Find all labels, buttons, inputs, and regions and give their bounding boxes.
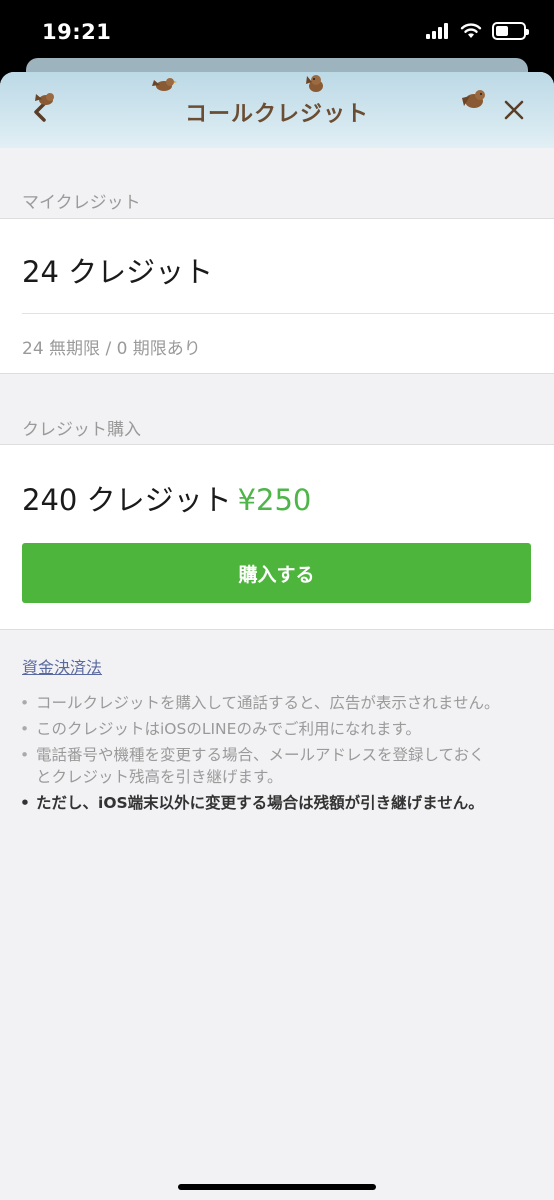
sparrow-decoration-icon [152,78,177,91]
header: コールクレジット [0,72,554,148]
note-item: コールクレジットを購入して通話すると、広告が表示されません。 [20,692,500,714]
purchase-credit-amount: 240 クレジット [22,483,232,517]
note-item: このクレジットはiOSのLINEのみでご利用になれます。 [20,718,500,740]
notes-list: コールクレジットを購入して通話すると、広告が表示されません。 このクレジットはi… [20,692,500,818]
note-item-warning: ただし、iOS端末以外に変更する場合は残額が引き継げません。 [20,792,500,814]
status-icons [426,22,529,40]
home-indicator [178,1184,376,1190]
page-title: コールクレジット [184,102,369,127]
call-credit-sheet: コールクレジット マイクレジット 24 クレジット 24 無期限 / 0 期限あ… [0,72,554,1200]
cellular-signal-icon [426,23,448,39]
purchase-price: ¥250 [237,483,312,517]
credit-balance: 24 クレジット [22,255,214,289]
purchase-section-label: クレジット購入 [22,420,141,440]
close-button[interactable] [494,90,534,130]
divider [22,313,554,314]
battery-level [496,26,508,36]
sparrow-decoration-icon [306,75,323,92]
wifi-icon [460,23,482,38]
my-credit-section-label: マイクレジット [22,193,141,213]
my-credit-block: 24 クレジット 24 無期限 / 0 期限あり [0,218,554,374]
note-item: 電話番号や機種を変更する場合、メールアドレスを登録しておくとクレジット残高を引き… [20,744,500,788]
purchase-button[interactable]: 購入する [22,543,531,603]
battery-icon [492,22,529,40]
close-icon [504,100,524,120]
purchase-block: 240 クレジット ¥250 購入する [0,444,554,630]
purchase-offer: 240 クレジット ¥250 [22,477,311,519]
status-time: 19:21 [42,20,112,44]
credit-expiry-detail: 24 無期限 / 0 期限あり [22,339,201,359]
status-bar: 19:21 [0,0,554,62]
payment-services-act-link[interactable]: 資金決済法 [22,654,102,678]
